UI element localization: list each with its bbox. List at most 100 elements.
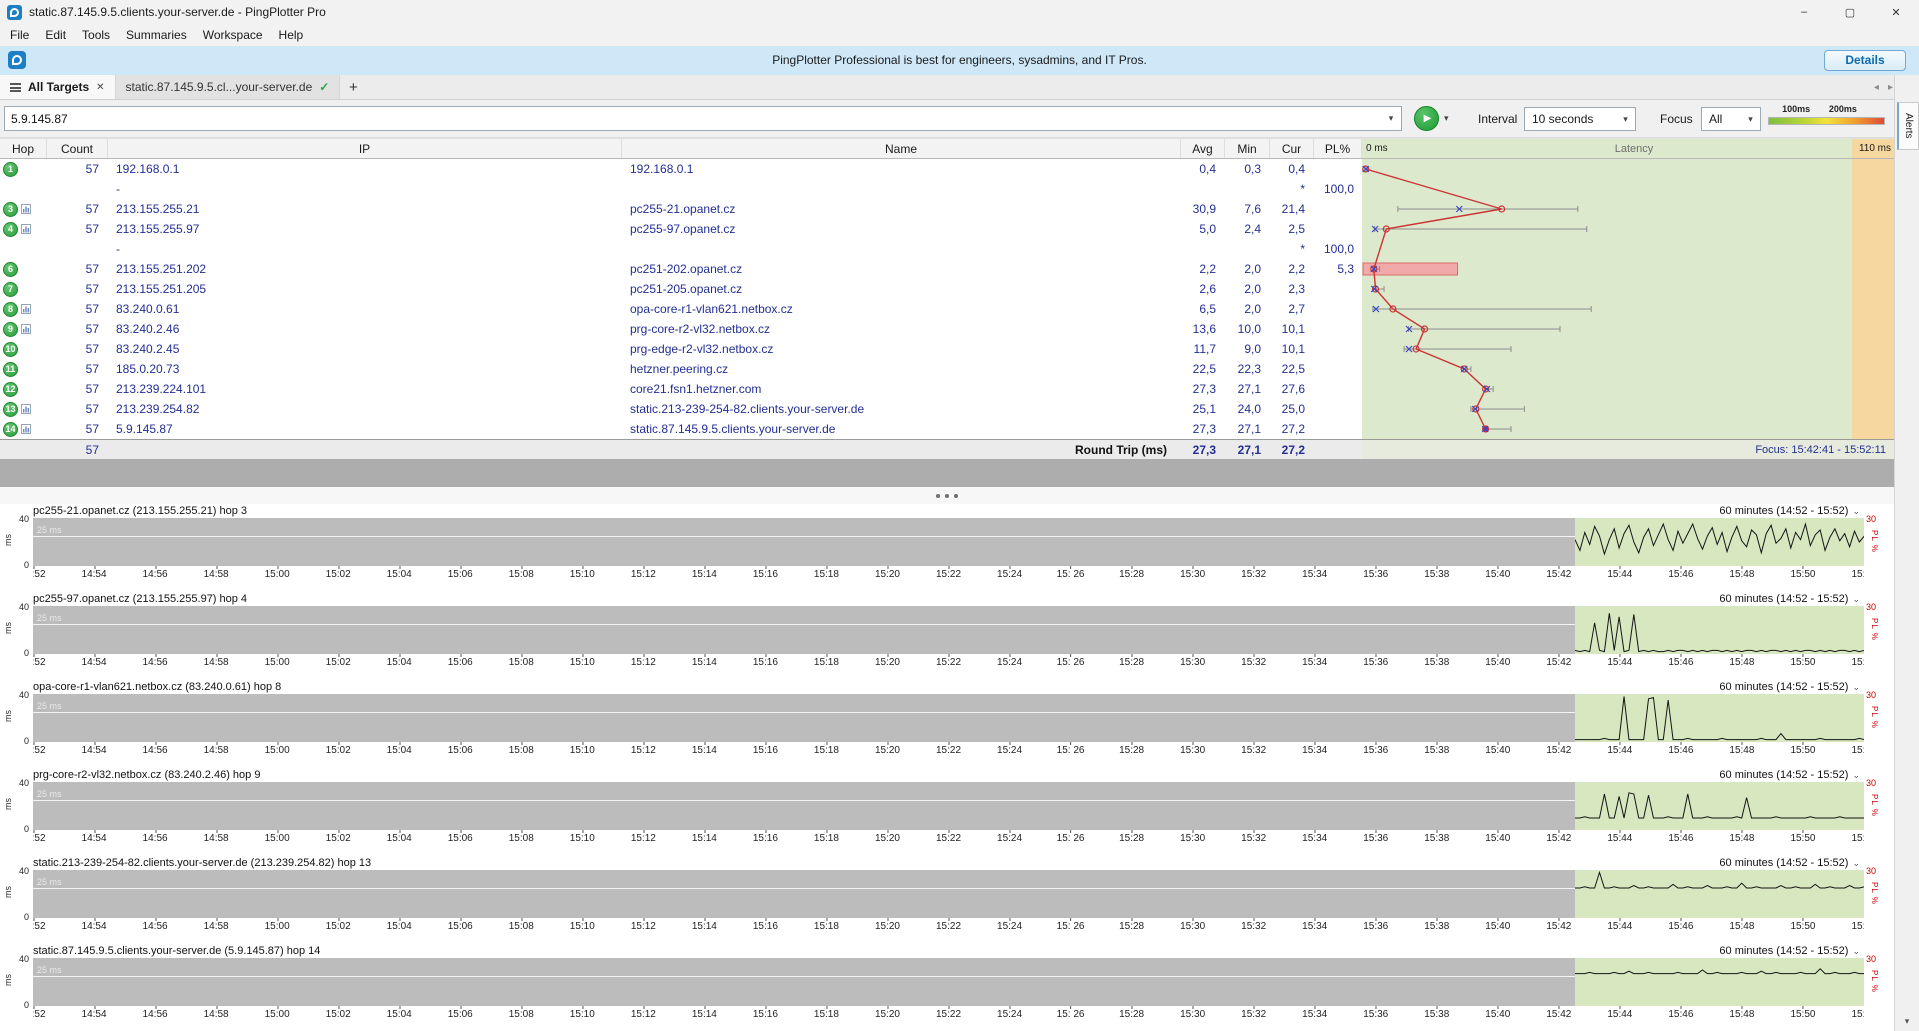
cur-cell: 27,2 <box>1270 422 1314 436</box>
ip-cell: 213.239.254.82 <box>108 402 622 416</box>
close-button[interactable]: ✕ <box>1873 0 1919 24</box>
tab-scroll-right-icon[interactable]: ▸ <box>1888 82 1893 93</box>
x-axis-time-label: 15:38 <box>1424 921 1449 932</box>
x-axis-time-label: 15:08 <box>509 745 534 756</box>
interval-select[interactable]: 10 seconds ▾ <box>1524 107 1636 131</box>
graph-range-selector[interactable]: 60 minutes (14:52 - 15:52)⌄ <box>1719 945 1860 957</box>
header-hop[interactable]: Hop <box>0 139 47 158</box>
menu-item-edit[interactable]: Edit <box>37 25 74 45</box>
y-axis-unit-label: ms <box>3 534 13 546</box>
x-axis-time-label: 15:12 <box>631 657 656 668</box>
timeline-chart-icon[interactable] <box>21 324 31 334</box>
x-axis-time-label: 15:20 <box>875 745 900 756</box>
x-axis-time-label: 14:58 <box>204 921 229 932</box>
graph-range-selector[interactable]: 60 minutes (14:52 - 15:52)⌄ <box>1719 857 1860 869</box>
menu-item-file[interactable]: File <box>2 25 37 45</box>
x-axis-time-label: 15:48 <box>1729 833 1754 844</box>
x-axis-time-label: 15:34 <box>1302 921 1327 932</box>
tab-scroll-left-icon[interactable]: ◂ <box>1874 82 1879 93</box>
count-cell: 57 <box>47 402 108 416</box>
header-cur[interactable]: Cur <box>1270 139 1314 158</box>
target-combo-dropdown-icon[interactable]: ▾ <box>1381 113 1401 124</box>
x-axis-time-label: 15:00 <box>265 1009 290 1020</box>
x-axis-time-label: 15:38 <box>1424 745 1449 756</box>
x-axis-time-label: 15:30 <box>1180 1009 1205 1020</box>
count-cell: 57 <box>47 362 108 376</box>
x-axis-time-label: 14:56 <box>143 745 168 756</box>
timeline-chart-icon[interactable] <box>21 224 31 234</box>
menu-item-workspace[interactable]: Workspace <box>195 25 271 45</box>
ip-cell: 213.155.251.202 <box>108 262 622 276</box>
x-axis-time-label: 15:38 <box>1424 657 1449 668</box>
menubar: FileEditToolsSummariesWorkspaceHelp <box>0 24 1919 46</box>
header-count[interactable]: Count <box>47 139 108 158</box>
timeline-chart-icon[interactable] <box>21 304 31 314</box>
graph-title: pc255-97.opanet.cz (213.155.255.97) hop … <box>33 593 247 605</box>
count-cell: 57 <box>47 322 108 336</box>
menu-item-summaries[interactable]: Summaries <box>118 25 195 45</box>
details-button[interactable]: Details <box>1824 50 1906 71</box>
count-cell: 57 <box>47 422 108 436</box>
x-axis-time-label: 15:18 <box>814 657 839 668</box>
x-axis-time-label: 15:02 <box>326 657 351 668</box>
latency-axis-header: 0 ms Latency 110 ms <box>1362 139 1894 158</box>
alerts-panel-tab[interactable]: Alerts <box>1897 102 1919 150</box>
header-avg[interactable]: Avg <box>1181 139 1225 158</box>
minimize-button[interactable]: – <box>1781 0 1827 24</box>
x-axis-time-label: 15:42 <box>1546 833 1571 844</box>
timeline-chart-icon[interactable] <box>21 204 31 214</box>
interval-value: 10 seconds <box>1532 112 1593 126</box>
target-check-icon: ✓ <box>319 80 329 94</box>
target-address-input[interactable] <box>5 112 1381 126</box>
graph-plot: 400ms25 ms30PL % <box>0 782 1894 830</box>
tab-all-targets[interactable]: All Targets ✕ <box>0 75 116 99</box>
latency-minigraph <box>1362 159 1894 439</box>
pane-splitter[interactable] <box>0 487 1894 504</box>
x-axis-time-label: 15:34 <box>1302 569 1327 580</box>
menu-item-tools[interactable]: Tools <box>74 25 118 45</box>
trace-options-dropdown-icon[interactable]: ▾ <box>1444 113 1449 124</box>
header-name[interactable]: Name <box>622 139 1181 158</box>
hop-cell: 13 <box>0 399 47 419</box>
x-axis-time-label: 15:28 <box>1119 657 1144 668</box>
timeline-graph-header: pc255-97.opanet.cz (213.155.255.97) hop … <box>0 592 1894 606</box>
header-ip[interactable]: IP <box>108 139 622 158</box>
timeline-chart-icon[interactable] <box>21 424 31 434</box>
x-axis-time-label: 15: 26 <box>1057 921 1085 932</box>
x-axis-time-label: 15:08 <box>509 921 534 932</box>
timeline-chart-icon[interactable] <box>21 404 31 414</box>
graph-range-selector[interactable]: 60 minutes (14:52 - 15:52)⌄ <box>1719 769 1860 781</box>
avg-cell: 2,2 <box>1181 262 1225 276</box>
graph-range-selector[interactable]: 60 minutes (14:52 - 15:52)⌄ <box>1719 593 1860 605</box>
tab-target[interactable]: static.87.145.9.5.cl...your-server.de ✓ <box>116 75 341 99</box>
close-tab-icon[interactable]: ✕ <box>96 82 104 93</box>
x-axis-time-label: 14:56 <box>143 833 168 844</box>
x-axis-time-label: 15:42 <box>1546 1009 1571 1020</box>
min-cell: 22,3 <box>1225 362 1270 376</box>
new-tab-button[interactable]: + <box>340 75 366 99</box>
x-axis-time-label: 14:56 <box>143 657 168 668</box>
focus-select[interactable]: All ▾ <box>1701 107 1761 131</box>
graph-range-selector[interactable]: 60 minutes (14:52 - 15:52)⌄ <box>1719 505 1860 517</box>
focus-region <box>1575 782 1864 830</box>
scroll-down-icon[interactable]: ▾ <box>1895 1016 1919 1027</box>
x-axis-time-label: 14:54 <box>82 657 107 668</box>
start-trace-button[interactable]: ▶ <box>1414 106 1439 131</box>
x-axis-time-label: 15:16 <box>753 745 778 756</box>
min-cell: 2,0 <box>1225 262 1270 276</box>
tabbar: All Targets ✕ static.87.145.9.5.cl...you… <box>0 75 1919 100</box>
header-pl[interactable]: PL% <box>1314 139 1362 158</box>
header-min[interactable]: Min <box>1225 139 1270 158</box>
maximize-button[interactable]: ▢ <box>1827 0 1873 24</box>
graph-range-selector[interactable]: 60 minutes (14:52 - 15:52)⌄ <box>1719 681 1860 693</box>
x-axis-time-label: 15:22 <box>936 1009 961 1020</box>
graph-plot-area: 25 ms <box>33 518 1864 566</box>
x-axis-time-label: 15:32 <box>1241 657 1266 668</box>
x-axis-time-label: 15:48 <box>1729 657 1754 668</box>
x-axis-time-label: 15:10 <box>570 833 595 844</box>
x-axis-time-label: 15:46 <box>1668 569 1693 580</box>
focus-region <box>1575 606 1864 654</box>
x-axis-time-label: 14:58 <box>204 833 229 844</box>
menu-item-help[interactable]: Help <box>271 25 312 45</box>
x-axis-time-label: 15:06 <box>448 657 473 668</box>
